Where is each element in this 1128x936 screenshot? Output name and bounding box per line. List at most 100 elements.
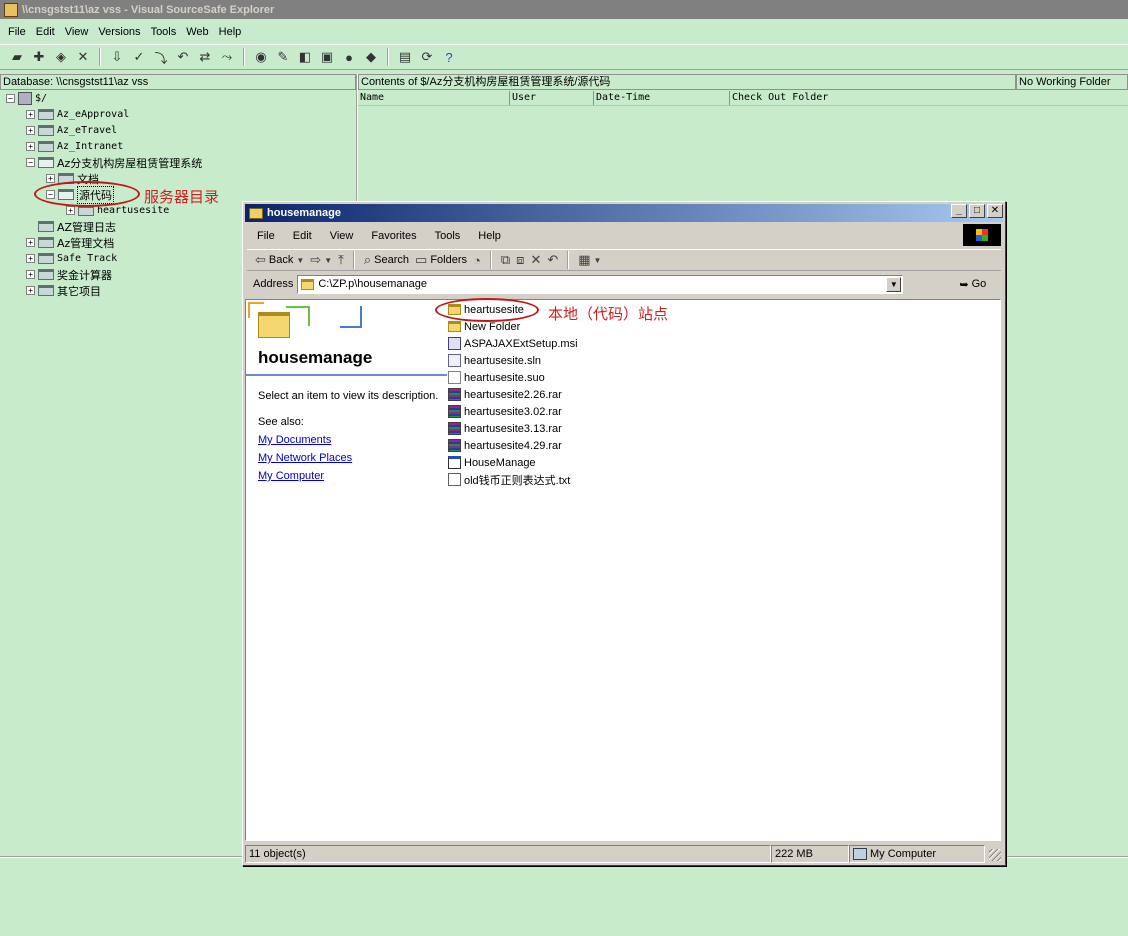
create-project-icon[interactable]: ✚: [30, 48, 48, 66]
view-file-icon[interactable]: ◉: [252, 48, 270, 66]
maximize-icon[interactable]: □: [969, 204, 985, 218]
link-my-network-places[interactable]: My Network Places: [258, 452, 352, 464]
link-my-documents[interactable]: My Documents: [258, 434, 331, 446]
expand-icon[interactable]: +: [26, 126, 35, 135]
edit-file-icon[interactable]: ✎: [274, 48, 292, 66]
expand-icon[interactable]: +: [26, 142, 35, 151]
history-icon[interactable]: ◧: [296, 48, 314, 66]
expand-icon[interactable]: +: [26, 110, 35, 119]
tree-item-az-docs[interactable]: + Az管理文档: [26, 235, 114, 250]
menu-web[interactable]: Web: [181, 26, 213, 38]
column-user[interactable]: User: [510, 91, 594, 105]
chevron-down-icon[interactable]: ▼: [886, 276, 902, 292]
column-date-time[interactable]: Date-Time: [594, 91, 730, 105]
menu-view[interactable]: View: [320, 230, 362, 242]
expand-icon[interactable]: +: [26, 286, 35, 295]
menu-versions[interactable]: Versions: [93, 26, 145, 38]
link-my-computer[interactable]: My Computer: [258, 470, 324, 482]
label-icon[interactable]: ◆: [362, 48, 380, 66]
list-item[interactable]: old钱币正则表达式.txt: [448, 471, 570, 488]
tree-root[interactable]: − $/: [6, 91, 47, 106]
column-check-out-folder[interactable]: Check Out Folder: [730, 91, 1128, 105]
tree-item-az-eapproval[interactable]: + Az_eApproval: [26, 107, 129, 122]
menu-tools[interactable]: Tools: [146, 26, 182, 38]
menu-help[interactable]: Help: [468, 230, 509, 242]
expand-icon[interactable]: +: [46, 174, 55, 183]
undo-checkout-icon[interactable]: ↶: [174, 48, 192, 66]
tree-item-other-projects[interactable]: + 其它项目: [26, 283, 101, 298]
collapse-icon[interactable]: −: [26, 158, 35, 167]
menu-favorites[interactable]: Favorites: [361, 230, 424, 242]
check-in-icon[interactable]: ⤵: [152, 48, 170, 66]
views-icon: ▦: [578, 252, 591, 267]
share-icon[interactable]: ⇄: [196, 48, 214, 66]
copy-to-icon[interactable]: ⧈: [516, 252, 524, 268]
menu-tools[interactable]: Tools: [425, 230, 469, 242]
delete-icon[interactable]: ✕: [530, 252, 541, 268]
properties-icon[interactable]: ▣: [318, 48, 336, 66]
minimize-icon[interactable]: _: [951, 204, 967, 218]
explorer-title-bar[interactable]: housemanage: [245, 204, 1003, 222]
menu-view[interactable]: View: [60, 26, 94, 38]
help-icon[interactable]: ?: [440, 48, 458, 66]
tree-item-label: Az_Intranet: [57, 141, 124, 152]
expand-icon[interactable]: +: [26, 254, 35, 263]
list-item[interactable]: heartusesite4.29.rar: [448, 437, 562, 454]
tree-item-safe-track[interactable]: + Safe Track: [26, 251, 117, 266]
file-name: heartusesite3.02.rar: [464, 405, 562, 418]
list-item[interactable]: heartusesite3.13.rar: [448, 420, 562, 437]
branch-icon[interactable]: ⤳: [218, 48, 236, 66]
close-icon[interactable]: ✕: [987, 204, 1003, 218]
tree-item-rental-system[interactable]: − Az分支机构房屋租赁管理系统: [26, 155, 202, 170]
tree-item-bonus-calc[interactable]: + 奖金计算器: [26, 267, 112, 282]
up-folder-icon[interactable]: ⤒: [338, 252, 344, 268]
chevron-down-icon[interactable]: ▼: [324, 256, 332, 265]
expand-icon[interactable]: +: [26, 270, 35, 279]
list-item[interactable]: heartusesite.sln: [448, 352, 541, 369]
forward-button[interactable]: ⇨ ▼: [310, 252, 332, 268]
list-item[interactable]: HouseManage: [448, 454, 536, 471]
back-button[interactable]: ⇦ Back ▼: [255, 252, 304, 268]
move-to-icon[interactable]: ⧉: [501, 252, 510, 268]
menu-edit[interactable]: Edit: [31, 26, 60, 38]
folder-icon: [301, 278, 315, 290]
address-input[interactable]: C:\ZP.p\housemanage ▼: [297, 274, 904, 294]
file-name: New Folder: [464, 320, 521, 333]
menu-edit[interactable]: Edit: [283, 230, 320, 242]
column-name[interactable]: Name: [358, 91, 510, 105]
tree-item-az-intranet[interactable]: + Az_Intranet: [26, 139, 123, 154]
add-files-icon[interactable]: ◈: [52, 48, 70, 66]
explorer-window: housemanage _ □ ✕ File Edit View Favorit…: [242, 201, 1006, 866]
tree-item-az-etravel[interactable]: + Az_eTravel: [26, 123, 117, 138]
list-item[interactable]: ASPAJAXExtSetup.msi: [448, 335, 578, 352]
menu-file[interactable]: File: [247, 230, 283, 242]
resize-grip[interactable]: [989, 849, 1001, 861]
collapse-icon[interactable]: −: [6, 94, 15, 103]
search-button[interactable]: ⌕ Search: [364, 252, 409, 268]
go-arrow-icon: ➥: [959, 278, 969, 291]
database-label: Database: \\cnsgstst11\az vss: [0, 74, 356, 90]
go-button[interactable]: ➥ Go: [959, 278, 986, 291]
history-icon[interactable]: ◔: [473, 253, 481, 268]
vss-menu-bar: File Edit View Versions Tools Web Help: [0, 22, 1128, 42]
differences-icon[interactable]: ●: [340, 48, 358, 66]
chevron-down-icon[interactable]: ▼: [296, 256, 304, 265]
find-icon[interactable]: ▤: [396, 48, 414, 66]
open-database-icon[interactable]: ▰: [8, 48, 26, 66]
views-button[interactable]: ▦ ▼: [578, 252, 601, 268]
check-out-icon[interactable]: ✓: [130, 48, 148, 66]
list-item[interactable]: heartusesite.suo: [448, 369, 545, 386]
get-latest-icon[interactable]: ⇩: [108, 48, 126, 66]
expand-icon[interactable]: +: [66, 206, 75, 215]
tree-item-az-log[interactable]: AZ管理日志: [38, 219, 116, 234]
list-item[interactable]: heartusesite3.02.rar: [448, 403, 562, 420]
folders-button[interactable]: ▭ Folders: [415, 252, 467, 268]
list-item[interactable]: heartusesite2.26.rar: [448, 386, 562, 403]
delete-icon[interactable]: ✕: [74, 48, 92, 66]
expand-icon[interactable]: +: [26, 238, 35, 247]
menu-file[interactable]: File: [3, 26, 31, 38]
undo-icon[interactable]: ↶: [547, 252, 558, 268]
my-computer-icon: [853, 848, 867, 860]
menu-help[interactable]: Help: [214, 26, 247, 38]
refresh-icon[interactable]: ⟳: [418, 48, 436, 66]
